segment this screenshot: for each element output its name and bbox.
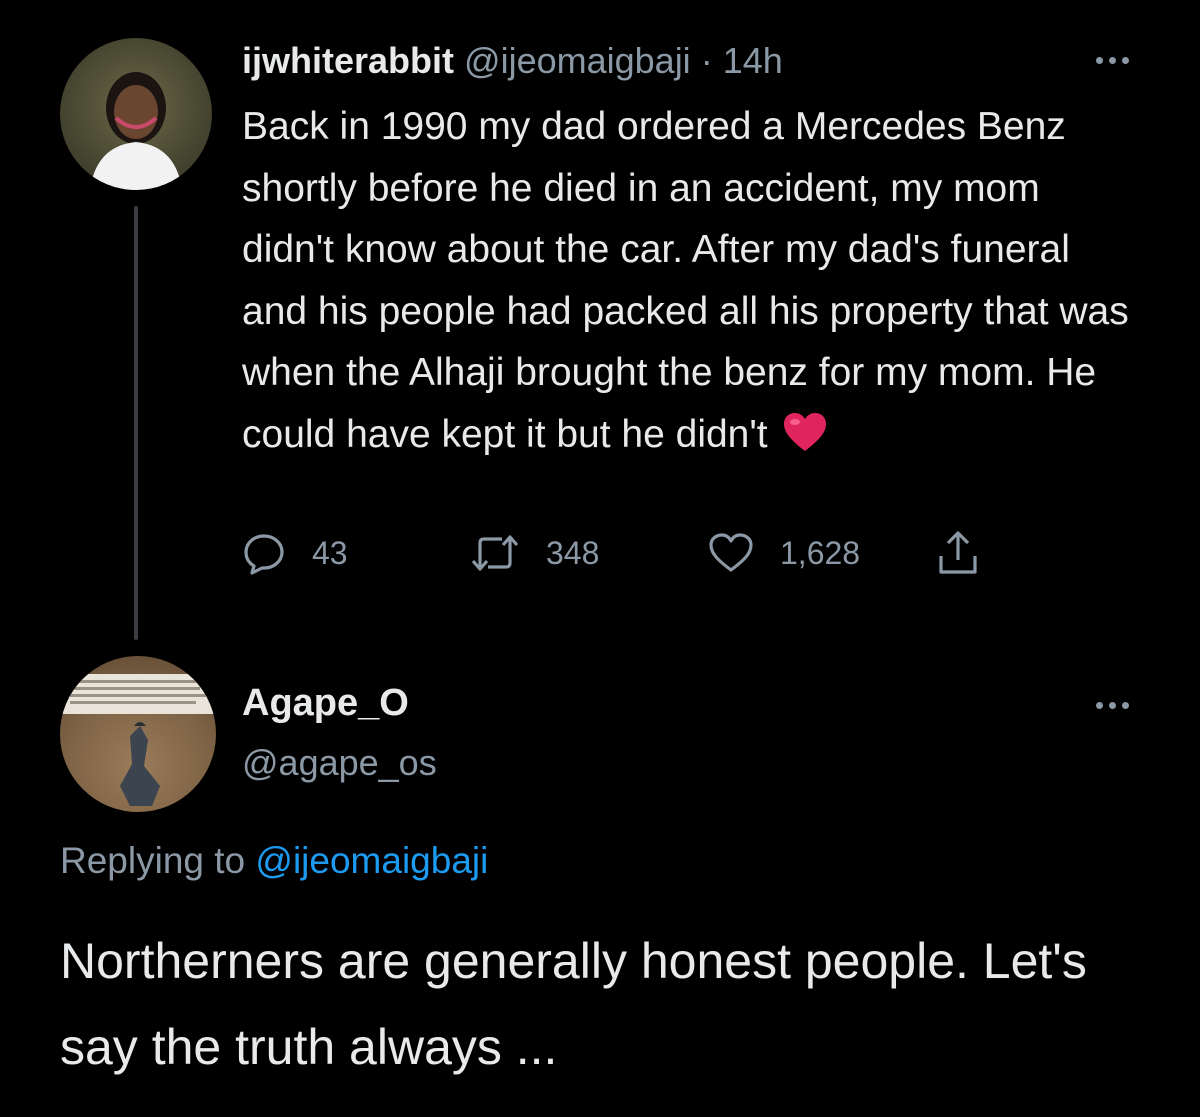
replying-prefix: Replying to — [60, 840, 246, 881]
user-handle[interactable]: @agape_os — [242, 740, 437, 786]
timestamp[interactable]: 14h — [723, 40, 783, 81]
avatar-ijwhiterabbit[interactable] — [60, 38, 212, 190]
retweet-button[interactable]: 348 — [470, 530, 599, 576]
reply-count: 43 — [312, 534, 348, 571]
more-icon[interactable] — [1096, 57, 1129, 64]
separator-dot: · — [700, 40, 713, 81]
replying-to-handle-link[interactable]: @ijeomaigbaji — [255, 840, 488, 881]
avatar-agape-o[interactable] — [60, 656, 216, 812]
like-button[interactable]: 1,628 — [708, 530, 860, 576]
like-heart-icon — [709, 533, 753, 572]
tweet-text: Northerners are generally honest people.… — [60, 933, 1087, 1075]
like-count: 1,628 — [780, 534, 861, 571]
retweet-count: 348 — [546, 534, 600, 571]
retweet-icon — [471, 535, 519, 571]
replying-to: Replying to @ijeomaigbaji — [60, 838, 488, 884]
profile-photo-icon — [90, 72, 182, 190]
display-name[interactable]: Agape_O — [242, 680, 409, 726]
tweet-text-content: Back in 1990 my dad ordered a Mercedes B… — [242, 105, 1129, 456]
share-button[interactable] — [936, 530, 980, 576]
red-heart-icon — [783, 413, 826, 452]
display-name[interactable]: ijwhiterabbit — [242, 40, 454, 81]
more-icon[interactable] — [1096, 702, 1129, 709]
thread-connector-line — [134, 206, 138, 640]
reply-button[interactable]: 43 — [242, 530, 348, 576]
user-handle[interactable]: @ijeomaigbaji — [464, 40, 691, 81]
share-icon — [939, 531, 977, 574]
tweet-text: Back in 1990 my dad ordered a Mercedes B… — [242, 96, 1142, 465]
reply-icon — [244, 534, 284, 575]
tweet-header: ijwhiterabbit @ijeomaigbaji · 14h — [242, 40, 783, 82]
profile-photo-icon — [60, 674, 216, 806]
